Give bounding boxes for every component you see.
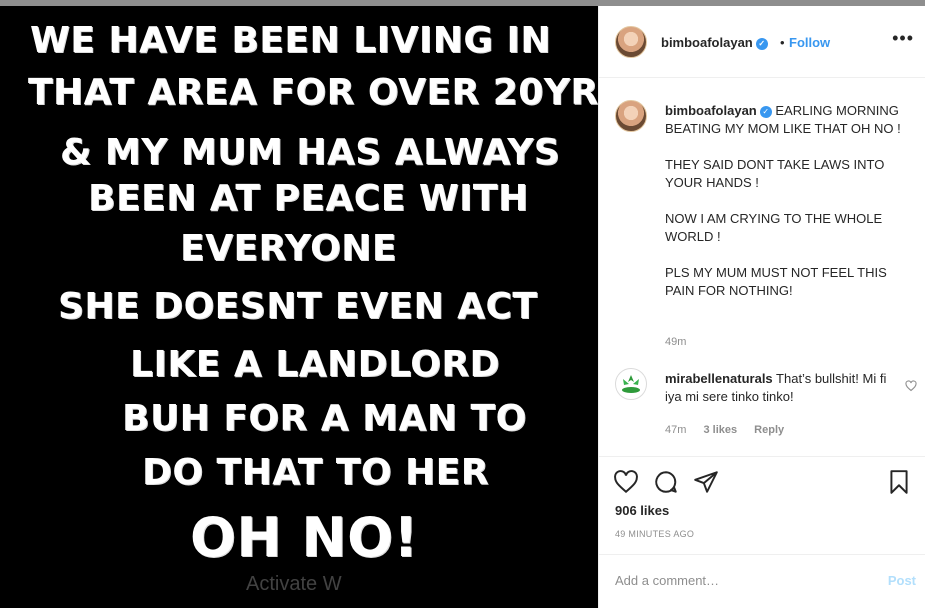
header-username[interactable]: bimboafolayan — [661, 35, 753, 50]
post-actions: 906 likes 49 MINUTES AGO — [599, 456, 925, 546]
save-bookmark-icon[interactable] — [886, 469, 912, 495]
post-image-text-line: EVERYONE — [180, 228, 397, 269]
caption-paragraph: PLS MY MUM MUST NOT FEEL THIS PAIN FOR N… — [665, 265, 887, 298]
mirabelle-logo-icon — [622, 375, 640, 393]
caption-username[interactable]: bimboafolayan — [665, 103, 757, 118]
post-image-text-line: BEEN AT PEACE WITH — [88, 178, 529, 219]
activate-windows-watermark: Activate W — [246, 573, 342, 595]
post-timestamp[interactable]: 49 MINUTES AGO — [615, 529, 694, 539]
likes-count[interactable]: 906 likes — [615, 503, 669, 518]
add-comment-input[interactable] — [615, 571, 855, 589]
post-image-text-line: DO THAT TO HER — [142, 452, 489, 493]
post-image-text-line: THAT AREA FOR OVER 20YRS — [28, 72, 598, 113]
comment-timestamp[interactable]: 47m — [665, 424, 686, 436]
comment-body: mirabellenaturals That’s bullshit! Mi fi… — [665, 370, 887, 406]
post-image[interactable]: WE HAVE BEEN LIVING IN THAT AREA FOR OVE… — [0, 6, 598, 608]
caption-paragraph: NOW I AM CRYING TO THE WHOLE WORLD ! — [665, 211, 883, 244]
commenter-avatar[interactable] — [615, 368, 647, 400]
more-options-icon[interactable]: ••• — [892, 28, 914, 49]
header-separator: • — [780, 35, 785, 50]
post-image-text-line: SHE DOESNT EVEN ACT — [58, 286, 538, 327]
follow-button[interactable]: Follow — [789, 35, 830, 50]
comment-meta: 47m 3 likes Reply — [665, 424, 798, 436]
like-comment-heart-icon[interactable] — [905, 380, 917, 392]
post-image-text-line: OH NO! — [190, 506, 419, 569]
author-avatar[interactable] — [615, 26, 647, 58]
post-image-text-line: WE HAVE BEEN LIVING IN — [30, 20, 551, 61]
caption-body: bimboafolayan ✓ EARLING MORNING BEATING M… — [665, 102, 915, 318]
caption-author-avatar[interactable] — [615, 100, 647, 132]
comment-likes-count[interactable]: 3 likes — [703, 424, 737, 436]
like-heart-icon[interactable] — [613, 469, 639, 495]
post-image-text-line: BUH FOR A MAN TO — [122, 398, 527, 439]
add-comment-bar: Post — [599, 554, 925, 608]
caption-timestamp[interactable]: 49m — [665, 336, 686, 348]
comment-item: mirabellenaturals That’s bullshit! Mi fi… — [615, 368, 917, 438]
comment-bubble-icon[interactable] — [653, 469, 679, 495]
header-username-wrap[interactable]: bimboafolayan ✓ — [661, 35, 768, 50]
post-image-text-line: LIKE A LANDLORD — [130, 344, 500, 385]
caption-paragraph: bimboafolayan ✓ EARLING MORNING BEATING M… — [665, 102, 915, 138]
share-paper-plane-icon[interactable] — [693, 469, 719, 495]
post-image-text-line: & MY MUM HAS ALWAYS — [60, 132, 561, 173]
post-side-panel: bimboafolayan ✓ • Follow ••• bimboafolaya… — [598, 6, 925, 608]
post-header: bimboafolayan ✓ • Follow ••• — [599, 6, 925, 78]
commenter-username[interactable]: mirabellenaturals — [665, 371, 773, 386]
caption-paragraph: THEY SAID DONT TAKE LAWS INTO YOUR HANDS… — [665, 157, 885, 190]
post-comment-button[interactable]: Post — [888, 573, 916, 588]
verified-badge-icon: ✓ — [755, 37, 768, 50]
reply-button[interactable]: Reply — [754, 424, 784, 436]
verified-badge-icon: ✓ — [759, 105, 772, 118]
